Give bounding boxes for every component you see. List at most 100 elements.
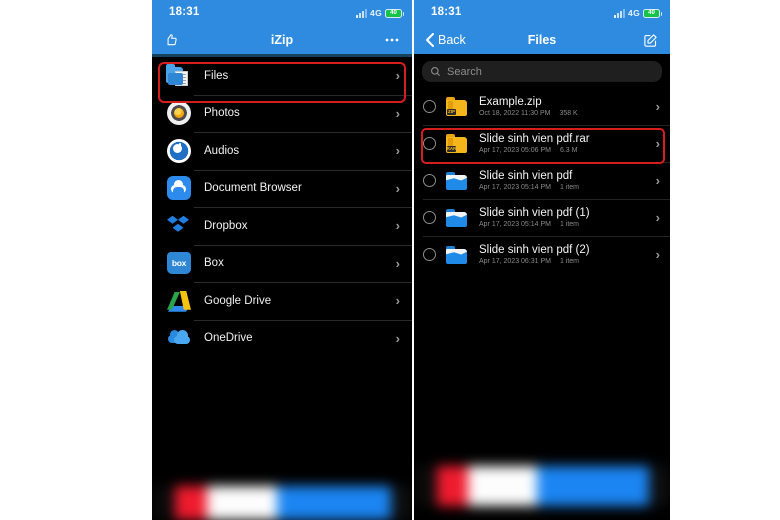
- sidebar-item-google-drive[interactable]: Google Drive ›: [152, 282, 412, 320]
- sidebar-item-dropbox[interactable]: Dropbox ›: [152, 207, 412, 245]
- chevron-right-icon: ›: [655, 136, 660, 151]
- sidebar-item-box[interactable]: box Box ›: [152, 244, 412, 283]
- sidebar-item-label: Google Drive: [204, 294, 272, 307]
- status-time: 18:31: [431, 6, 462, 18]
- back-button[interactable]: Back: [426, 26, 466, 54]
- battery-level-label: 40: [648, 10, 655, 16]
- sidebar-item-label: Files: [204, 69, 229, 82]
- right-blurred-bottom-bar: [414, 466, 670, 506]
- file-meta: Slide sinh vien pdf (2) Apr 17, 2023 06:…: [479, 244, 656, 266]
- right-nav-bar: Back Files: [414, 26, 670, 54]
- more-dots-icon[interactable]: [384, 26, 400, 54]
- battery-icon: 40: [385, 8, 404, 18]
- sidebar-item-photos[interactable]: Photos ›: [152, 94, 412, 133]
- audios-icon: [166, 138, 192, 164]
- chevron-right-icon: ›: [655, 247, 660, 262]
- file-subtitle: Apr 17, 2023 05:06 PM 6.3 M: [479, 147, 656, 154]
- file-subtitle: Oct 18, 2022 11:30 PM 358 K: [479, 110, 656, 117]
- file-list: ZIP Example.zip Oct 18, 2022 11:30 PM 35…: [414, 88, 670, 273]
- sidebar-item-label: Document Browser: [204, 182, 302, 195]
- thumbs-up-icon[interactable]: [164, 26, 178, 54]
- format-badge-label: RAR: [446, 145, 457, 152]
- file-row[interactable]: Slide sinh vien pdf (1) Apr 17, 2023 05:…: [414, 199, 670, 236]
- file-name: Slide sinh vien pdf: [479, 169, 573, 182]
- file-size: 6.3 M: [559, 147, 578, 155]
- onedrive-icon: [166, 325, 192, 351]
- chevron-right-icon: ›: [395, 105, 400, 121]
- sidebar-item-label: OneDrive: [204, 332, 253, 345]
- file-size: 358 K: [559, 110, 578, 118]
- blue-folder-icon: [445, 206, 469, 230]
- network-type-label: 4G: [628, 8, 640, 18]
- select-radio[interactable]: [423, 248, 436, 261]
- chevron-right-icon: ›: [395, 143, 400, 159]
- right-nav-title: Files: [527, 33, 557, 47]
- chevron-right-icon: ›: [395, 255, 400, 271]
- left-phone-screen: 18:31 4G 40 iZip Files › Photos › Audios…: [152, 0, 412, 520]
- file-name: Slide sinh vien pdf (2): [479, 243, 590, 256]
- file-date: Apr 17, 2023 06:31 PM: [479, 258, 551, 266]
- sidebar-item-files[interactable]: Files ›: [152, 57, 412, 95]
- network-type-label: 4G: [370, 8, 382, 18]
- dropbox-icon: [166, 213, 192, 239]
- file-size: 1 item: [559, 221, 580, 229]
- sidebar-item-label: Audios: [204, 144, 240, 157]
- file-meta: Slide sinh vien pdf Apr 17, 2023 05:14 P…: [479, 170, 656, 192]
- zip-folder-icon: ZIP: [445, 95, 469, 119]
- left-blurred-bottom-bar: [152, 486, 412, 520]
- file-subtitle: Apr 17, 2023 06:31 PM 1 item: [479, 258, 656, 265]
- document-browser-icon: [166, 175, 192, 201]
- file-name: Slide sinh vien pdf (1): [479, 206, 590, 219]
- search-container: Search: [414, 54, 670, 88]
- rar-folder-icon: RAR: [445, 132, 469, 156]
- signal-bars-icon: [614, 8, 626, 18]
- sidebar-item-onedrive[interactable]: OneDrive ›: [152, 319, 412, 358]
- left-nav-title: iZip: [270, 33, 294, 47]
- battery-icon: 40: [643, 8, 662, 18]
- chevron-right-icon: ›: [655, 173, 660, 188]
- sidebar-item-document-browser[interactable]: Document Browser ›: [152, 169, 412, 208]
- files-folder-icon: [166, 63, 192, 89]
- file-date: Apr 17, 2023 05:06 PM: [479, 147, 551, 155]
- compose-icon[interactable]: [643, 26, 658, 54]
- photos-icon: [166, 100, 192, 126]
- status-time: 18:31: [169, 6, 200, 18]
- back-label: Back: [438, 33, 466, 47]
- box-icon-label: box: [171, 258, 187, 269]
- file-row[interactable]: RAR Slide sinh vien pdf.rar Apr 17, 2023…: [414, 125, 670, 162]
- select-radio[interactable]: [423, 100, 436, 113]
- chevron-right-icon: ›: [395, 180, 400, 196]
- file-size: 1 item: [559, 184, 580, 192]
- chevron-right-icon: ›: [655, 99, 660, 114]
- blue-folder-icon: [445, 243, 469, 267]
- right-bottom-pad: [414, 506, 670, 520]
- file-row[interactable]: Slide sinh vien pdf Apr 17, 2023 05:14 P…: [414, 162, 670, 199]
- chevron-right-icon: ›: [395, 218, 400, 234]
- search-placeholder: Search: [447, 65, 482, 78]
- search-icon: [431, 67, 441, 77]
- sidebar-item-audios[interactable]: Audios ›: [152, 132, 412, 170]
- google-drive-icon: [166, 288, 192, 314]
- blue-folder-icon: [445, 169, 469, 193]
- chevron-right-icon: ›: [395, 330, 400, 346]
- right-phone-screen: 18:31 4G 40 Back Files Search ZIP Exampl…: [414, 0, 670, 520]
- right-status-bar: 18:31 4G 40: [414, 0, 670, 26]
- sidebar-item-label: Photos: [204, 107, 240, 120]
- select-radio[interactable]: [423, 137, 436, 150]
- left-status-bar: 18:31 4G 40: [152, 0, 412, 26]
- file-row[interactable]: ZIP Example.zip Oct 18, 2022 11:30 PM 35…: [414, 88, 670, 125]
- file-name: Slide sinh vien pdf.rar: [479, 132, 590, 145]
- sidebar-item-label: Dropbox: [204, 219, 248, 232]
- file-meta: Slide sinh vien pdf.rar Apr 17, 2023 05:…: [479, 133, 656, 155]
- search-input[interactable]: Search: [422, 61, 662, 82]
- select-radio[interactable]: [423, 211, 436, 224]
- file-row[interactable]: Slide sinh vien pdf (2) Apr 17, 2023 06:…: [414, 236, 670, 273]
- file-subtitle: Apr 17, 2023 05:14 PM 1 item: [479, 184, 656, 191]
- file-date: Oct 18, 2022 11:30 PM: [479, 110, 551, 118]
- file-subtitle: Apr 17, 2023 05:14 PM 1 item: [479, 221, 656, 228]
- status-indicators: 4G 40: [614, 8, 662, 18]
- select-radio[interactable]: [423, 174, 436, 187]
- status-indicators: 4G 40: [356, 8, 404, 18]
- file-name: Example.zip: [479, 95, 542, 108]
- signal-bars-icon: [356, 8, 368, 18]
